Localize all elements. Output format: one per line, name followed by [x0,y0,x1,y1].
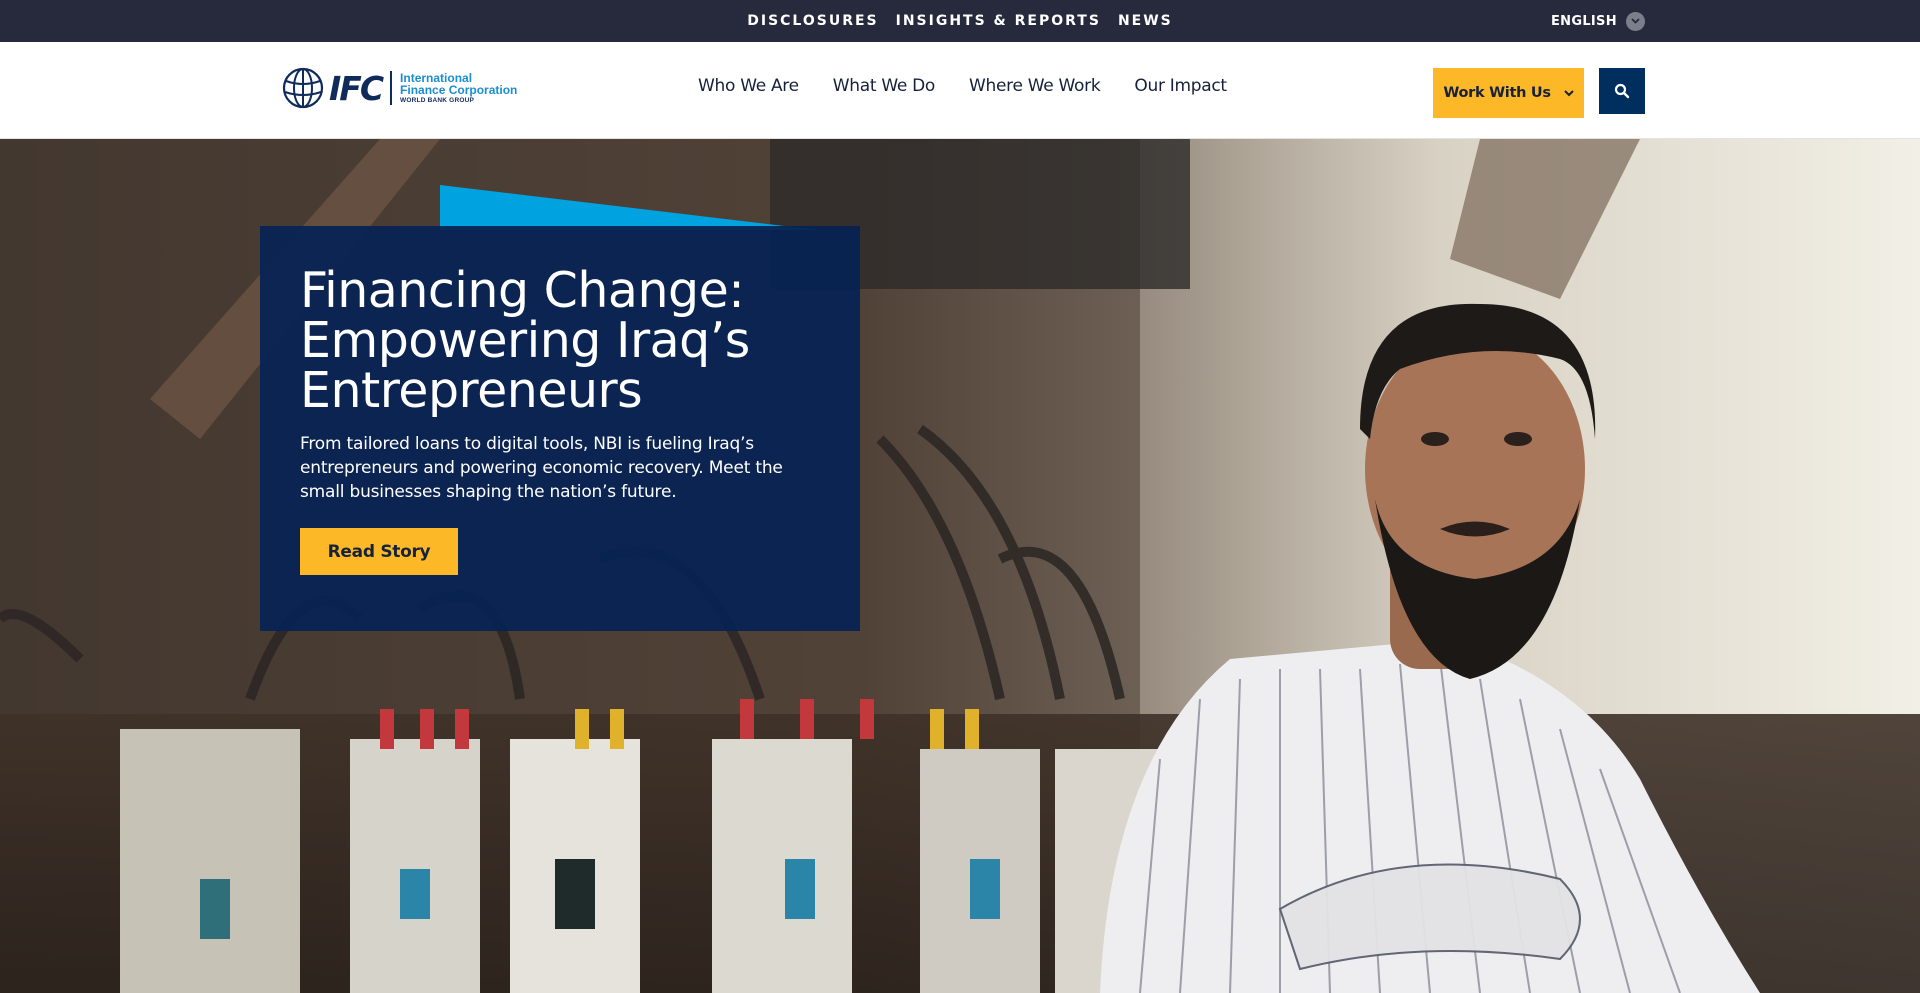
logo-mark: IFC [329,68,384,108]
nav-our-impact[interactable]: Our Impact [1134,76,1227,96]
utility-bar: DISCLOSURES INSIGHTS & REPORTS NEWS ENGL… [0,0,1920,42]
language-selector[interactable]: ENGLISH [1551,10,1645,32]
main-nav: Who We Are What We Do Where We Work Our … [698,76,1227,96]
logo-line-world-bank-group: WORLD BANK GROUP [400,96,475,104]
ifc-logo[interactable]: IFC International Finance Corporation WO… [282,66,517,110]
read-story-button[interactable]: Read Story [300,528,458,575]
work-with-us-button[interactable]: Work With Us [1433,68,1584,118]
nav-where-we-work[interactable]: Where We Work [969,76,1101,96]
hero-title: Financing Change: Empowering Iraq’s Entr… [300,262,750,419]
search-icon [1614,83,1630,99]
main-header: IFC International Finance Corporation WO… [0,42,1920,139]
logo-wordmark: International Finance Corporation WORLD … [400,72,517,105]
nav-what-we-do[interactable]: What We Do [833,76,936,96]
globe-icon [282,67,324,109]
utility-link-news[interactable]: NEWS [1118,13,1173,29]
nav-who-we-are[interactable]: Who We Are [698,76,799,96]
search-button[interactable] [1599,68,1645,114]
chevron-down-icon [1625,11,1645,31]
hero-description: From tailored loans to digital tools, NB… [300,434,783,502]
hero-accent-shape [440,185,818,230]
utility-link-disclosures[interactable]: DISCLOSURES [747,13,878,29]
work-with-us-label: Work With Us [1443,85,1551,101]
language-label: ENGLISH [1551,13,1617,29]
logo-divider [390,71,393,105]
logo-line-finance-corporation: Finance Corporation [400,82,518,97]
logo-line-international: International [400,70,473,85]
chevron-down-icon [1563,89,1574,96]
utility-link-insights-reports[interactable]: INSIGHTS & REPORTS [896,13,1101,29]
